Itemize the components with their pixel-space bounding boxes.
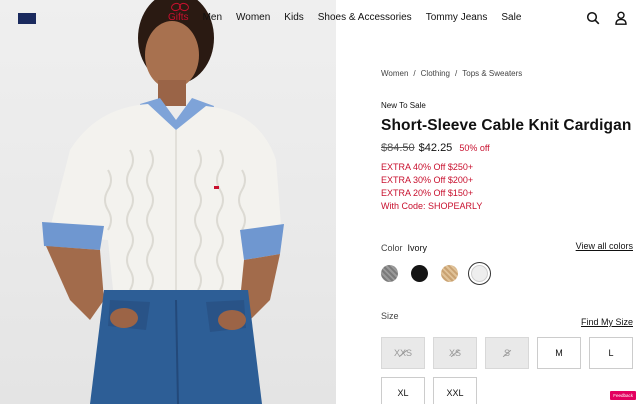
feedback-button[interactable]: Feedback (610, 391, 636, 400)
promo-code: With Code: SHOPEARLY (381, 201, 483, 211)
nav-men[interactable]: Men (203, 12, 222, 23)
color-swatches (381, 262, 491, 285)
view-all-colors-link[interactable]: View all colors (576, 241, 633, 251)
size-s[interactable]: S (485, 337, 529, 369)
price-row: $84.50 $42.25 50% off (381, 142, 490, 154)
nav-gifts-label: Gifts (168, 12, 189, 23)
sale-price: $42.25 (418, 142, 453, 154)
find-my-size-link[interactable]: Find My Size (581, 317, 633, 327)
nav-sale[interactable]: Sale (501, 12, 521, 23)
swatch-black[interactable] (411, 265, 428, 282)
size-xl[interactable]: XL (381, 377, 425, 404)
size-label: Size (381, 311, 399, 321)
brand-logo[interactable] (18, 13, 36, 24)
nav-shoes-accessories[interactable]: Shoes & Accessories (318, 12, 412, 23)
breadcrumb-separator: / (455, 69, 458, 78)
selected-color: Ivory (407, 243, 428, 253)
size-xxl[interactable]: XXL (433, 377, 477, 404)
product-image[interactable] (0, 0, 336, 404)
main-nav: Gifts Men Women Kids Shoes & Accessories… (168, 12, 521, 23)
original-price: $84.50 (381, 142, 415, 154)
promo-offers: EXTRA 40% Off $250+ EXTRA 30% Off $200+ … (381, 161, 482, 213)
size-l[interactable]: L (589, 337, 633, 369)
search-icon[interactable] (586, 11, 600, 25)
account-icon[interactable] (614, 11, 628, 25)
size-xxs[interactable]: XXS (381, 337, 425, 369)
offer-line: EXTRA 30% Off $200+ (381, 175, 474, 185)
swatch-grey[interactable] (381, 265, 398, 282)
nav-tommy-jeans[interactable]: Tommy Jeans (426, 12, 488, 23)
header-icons (586, 11, 628, 25)
size-xs[interactable]: XS (433, 337, 477, 369)
model-photo (42, 0, 284, 404)
breadcrumb-clothing[interactable]: Clothing (421, 69, 450, 78)
color-label: Color Ivory (381, 243, 427, 253)
nav-women[interactable]: Women (236, 12, 270, 23)
offer-line: EXTRA 20% Off $150+ (381, 188, 474, 198)
color-label-text: Color (381, 243, 403, 253)
breadcrumb-women[interactable]: Women (381, 69, 408, 78)
offer-line: EXTRA 40% Off $250+ (381, 162, 474, 172)
discount-badge: 50% off (459, 143, 490, 153)
new-to-sale-tag: New To Sale (381, 101, 426, 110)
swatch-camel[interactable] (441, 265, 458, 282)
swatch-ivory[interactable] (468, 262, 491, 285)
size-m[interactable]: M (537, 337, 581, 369)
nav-kids[interactable]: Kids (284, 12, 303, 23)
product-title: Short-Sleeve Cable Knit Cardigan (381, 117, 632, 134)
site-header: Gifts Men Women Kids Shoes & Accessories… (0, 0, 640, 36)
nav-gifts[interactable]: Gifts (168, 12, 189, 23)
breadcrumb-tops-sweaters[interactable]: Tops & Sweaters (462, 69, 522, 78)
size-options: XXS XS S M L XL XXL (381, 337, 639, 404)
gift-bow-icon (171, 2, 189, 10)
breadcrumb: Women / Clothing / Tops & Sweaters (381, 69, 522, 78)
breadcrumb-separator: / (413, 69, 416, 78)
